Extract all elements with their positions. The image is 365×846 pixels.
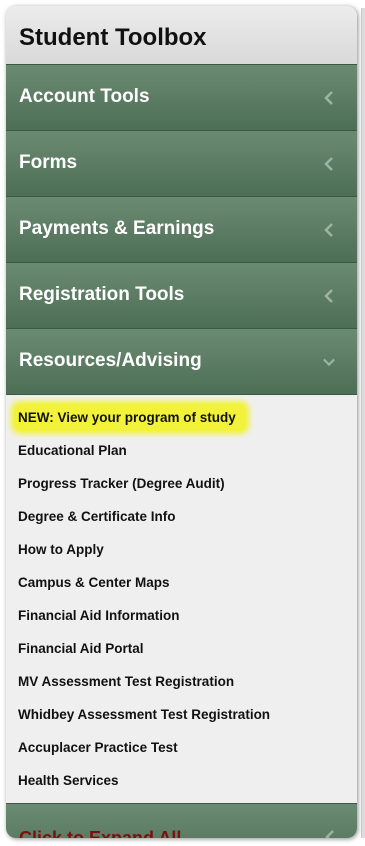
student-toolbox-panel: Student Toolbox Account Tools Forms Paym…: [6, 6, 357, 838]
link-health-services[interactable]: Health Services: [6, 764, 357, 797]
toolbox-title: Student Toolbox: [6, 6, 357, 64]
chevron-down-icon: [323, 329, 335, 394]
chevron-left-icon: [323, 65, 335, 130]
section-label: Payments & Earnings: [19, 218, 215, 239]
resources-submenu: NEW: View your program of study Educatio…: [6, 394, 357, 803]
expand-all-button[interactable]: Click to Expand All: [6, 803, 357, 838]
link-view-program-of-study[interactable]: NEW: View your program of study: [6, 401, 357, 434]
section-account-tools[interactable]: Account Tools: [6, 64, 357, 130]
link-degree-certificate-info[interactable]: Degree & Certificate Info: [6, 500, 357, 533]
chevron-left-icon: [323, 131, 335, 196]
link-how-to-apply[interactable]: How to Apply: [6, 533, 357, 566]
link-financial-aid-portal[interactable]: Financial Aid Portal: [6, 632, 357, 665]
link-educational-plan[interactable]: Educational Plan: [6, 434, 357, 467]
section-label: Account Tools: [19, 86, 150, 107]
chevron-left-icon: [323, 197, 335, 262]
link-campus-center-maps[interactable]: Campus & Center Maps: [6, 566, 357, 599]
adjacent-content-edge: [361, 8, 365, 838]
link-accuplacer-practice-test[interactable]: Accuplacer Practice Test: [6, 731, 357, 764]
chevron-left-icon: [323, 263, 335, 328]
section-payments-earnings[interactable]: Payments & Earnings: [6, 196, 357, 262]
section-registration-tools[interactable]: Registration Tools: [6, 262, 357, 328]
section-label: Forms: [19, 152, 78, 173]
section-label: Resources/Advising: [19, 350, 202, 371]
page: Student Toolbox Account Tools Forms Paym…: [0, 0, 365, 846]
chevron-left-icon: [325, 804, 335, 838]
section-resources-advising[interactable]: Resources/Advising: [6, 328, 357, 394]
link-progress-tracker[interactable]: Progress Tracker (Degree Audit): [6, 467, 357, 500]
link-mv-assessment-registration[interactable]: MV Assessment Test Registration: [6, 665, 357, 698]
expand-all-label: Click to Expand All: [19, 828, 182, 838]
section-forms[interactable]: Forms: [6, 130, 357, 196]
section-label: Registration Tools: [19, 284, 185, 305]
link-whidbey-assessment-registration[interactable]: Whidbey Assessment Test Registration: [6, 698, 357, 731]
link-financial-aid-information[interactable]: Financial Aid Information: [6, 599, 357, 632]
